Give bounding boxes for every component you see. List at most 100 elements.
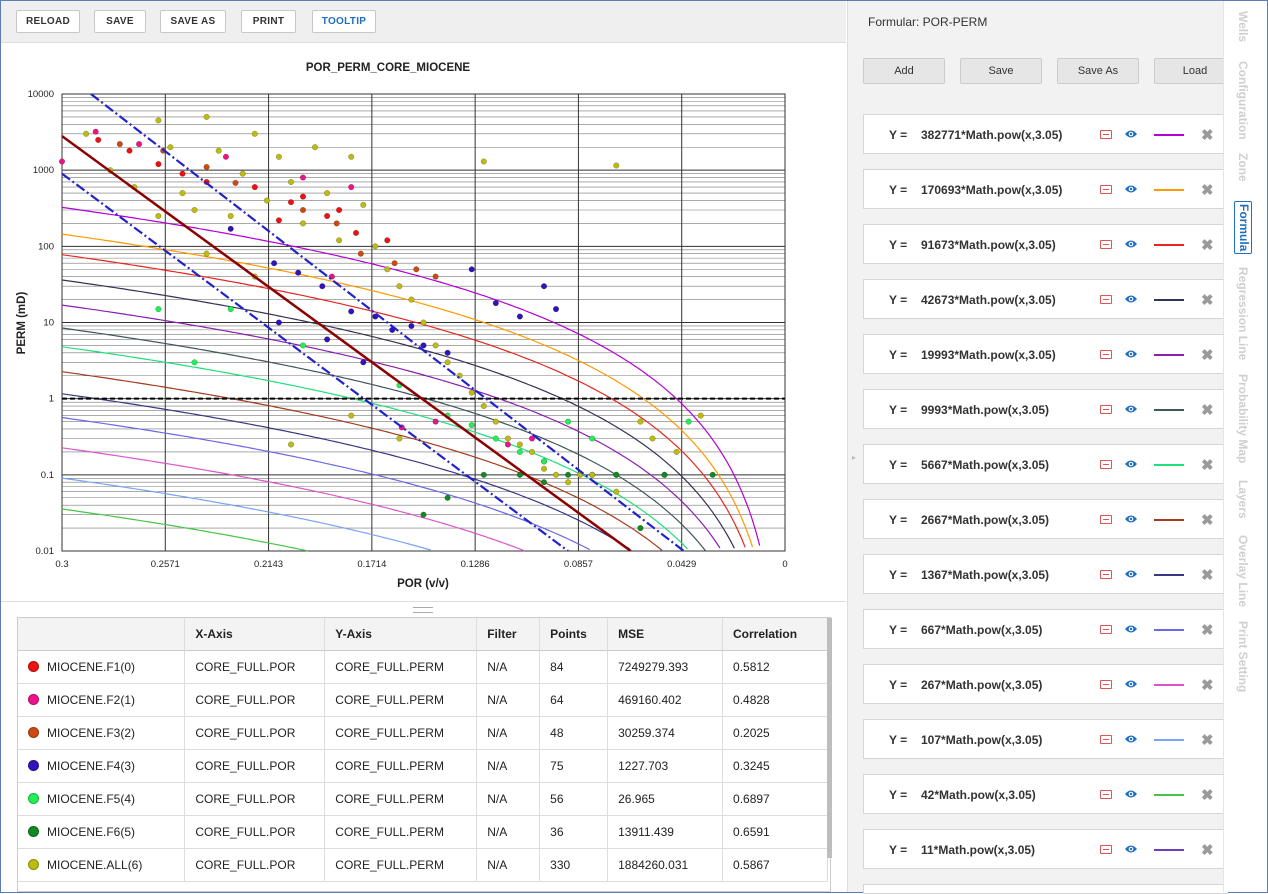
edit-icon[interactable] bbox=[1100, 570, 1112, 579]
formula-row[interactable]: Y = 2667*Math.pow(x,3.05) ✖ bbox=[863, 499, 1228, 539]
formula-row[interactable]: Y = 11*Math.pow(x,3.05) ✖ bbox=[863, 829, 1228, 869]
column-header[interactable]: Filter bbox=[476, 618, 541, 651]
line-color-swatch[interactable] bbox=[1154, 299, 1184, 301]
side-tab-regression-line[interactable]: Regression Line bbox=[1236, 267, 1250, 360]
save-button[interactable]: SAVE bbox=[94, 10, 146, 33]
save-as-button[interactable]: SAVE AS bbox=[160, 10, 226, 33]
side-tab-zone[interactable]: Zone bbox=[1236, 153, 1250, 182]
line-color-swatch[interactable] bbox=[1154, 629, 1184, 631]
delete-icon[interactable]: ✖ bbox=[1201, 291, 1214, 309]
side-tab-wells[interactable]: Wells bbox=[1236, 11, 1250, 42]
eye-icon[interactable] bbox=[1124, 513, 1138, 525]
line-color-swatch[interactable] bbox=[1154, 134, 1184, 136]
formula-row[interactable]: Y = 42673*Math.pow(x,3.05) ✖ bbox=[863, 279, 1228, 319]
table-row[interactable]: MIOCENE.F1(0) CORE_FULL.POR CORE_FULL.PERM… bbox=[18, 650, 828, 684]
edit-icon[interactable] bbox=[1100, 515, 1112, 524]
edit-icon[interactable] bbox=[1100, 680, 1112, 689]
line-color-swatch[interactable] bbox=[1154, 464, 1184, 466]
line-color-swatch[interactable] bbox=[1154, 574, 1184, 576]
delete-icon[interactable]: ✖ bbox=[1201, 786, 1214, 804]
collapse-panel-icon[interactable]: ▸ bbox=[852, 453, 856, 462]
table-row[interactable]: MIOCENE.ALL(6) CORE_FULL.POR CORE_FULL.PER… bbox=[18, 848, 828, 882]
side-tab-formula[interactable]: Formula bbox=[1234, 201, 1252, 255]
delete-icon[interactable]: ✖ bbox=[1201, 511, 1214, 529]
delete-icon[interactable]: ✖ bbox=[1201, 456, 1214, 474]
save-as-formula-button[interactable]: Save As bbox=[1057, 58, 1139, 84]
formula-row[interactable]: Y = 267*Math.pow(x,3.05) ✖ bbox=[863, 664, 1228, 704]
save-formula-button[interactable]: Save bbox=[960, 58, 1042, 84]
por-perm-chart[interactable]: 10000 1000 100 10 1 0.1 0.010.3 0.2571 0.2143 0.1… bbox=[1, 44, 846, 601]
side-tab-probability-map[interactable]: Probability Map bbox=[1236, 374, 1250, 463]
eye-icon[interactable] bbox=[1124, 458, 1138, 470]
delete-icon[interactable]: ✖ bbox=[1201, 346, 1214, 364]
edit-icon[interactable] bbox=[1100, 625, 1112, 634]
line-color-swatch[interactable] bbox=[1154, 794, 1184, 796]
reload-button[interactable]: RELOAD bbox=[16, 10, 80, 33]
formula-row[interactable]: Y = 42*Math.pow(x,3.05) ✖ bbox=[863, 774, 1228, 814]
eye-icon[interactable] bbox=[1124, 788, 1138, 800]
delete-icon[interactable]: ✖ bbox=[1201, 566, 1214, 584]
edit-icon[interactable] bbox=[1100, 350, 1112, 359]
side-tab-layers[interactable]: Layers bbox=[1236, 480, 1250, 519]
column-header[interactable] bbox=[18, 618, 186, 651]
eye-icon[interactable] bbox=[1124, 733, 1138, 745]
eye-icon[interactable] bbox=[1124, 293, 1138, 305]
eye-icon[interactable] bbox=[1124, 568, 1138, 580]
edit-icon[interactable] bbox=[1100, 295, 1112, 304]
delete-icon[interactable]: ✖ bbox=[1201, 841, 1214, 859]
edit-icon[interactable] bbox=[1100, 790, 1112, 799]
line-color-swatch[interactable] bbox=[1154, 849, 1184, 851]
formula-row[interactable]: Y = 667*Math.pow(x,3.05) ✖ bbox=[863, 609, 1228, 649]
eye-icon[interactable] bbox=[1124, 183, 1138, 195]
table-row[interactable]: MIOCENE.F2(1) CORE_FULL.POR CORE_FULL.PERM… bbox=[18, 683, 828, 717]
print-button[interactable]: PRINT bbox=[241, 10, 296, 33]
side-tab-overlay-line[interactable]: Overlay Line bbox=[1236, 535, 1250, 607]
line-color-swatch[interactable] bbox=[1154, 354, 1184, 356]
formula-row[interactable]: Y = 19993*Math.pow(x,3.05) ✖ bbox=[863, 334, 1228, 374]
edit-icon[interactable] bbox=[1100, 845, 1112, 854]
edit-icon[interactable] bbox=[1100, 735, 1112, 744]
formula-row[interactable]: Y = 170693*Math.pow(x,3.05) ✖ bbox=[863, 169, 1228, 209]
line-color-swatch[interactable] bbox=[1154, 519, 1184, 521]
eye-icon[interactable] bbox=[1124, 128, 1138, 140]
delete-icon[interactable]: ✖ bbox=[1201, 181, 1214, 199]
delete-icon[interactable]: ✖ bbox=[1201, 236, 1214, 254]
delete-icon[interactable]: ✖ bbox=[1201, 676, 1214, 694]
line-color-swatch[interactable] bbox=[1154, 409, 1184, 411]
formula-row[interactable]: Y = 107*Math.pow(x,3.05) ✖ bbox=[863, 719, 1228, 759]
delete-icon[interactable]: ✖ bbox=[1201, 401, 1214, 419]
eye-icon[interactable] bbox=[1124, 623, 1138, 635]
delete-icon[interactable]: ✖ bbox=[1201, 621, 1214, 639]
edit-icon[interactable] bbox=[1100, 185, 1112, 194]
eye-icon[interactable] bbox=[1124, 403, 1138, 415]
splitter-grip-icon[interactable] bbox=[413, 607, 433, 613]
tooltip-button[interactable]: TOOLTIP bbox=[312, 10, 376, 33]
column-header[interactable]: Points bbox=[539, 618, 609, 651]
line-color-swatch[interactable] bbox=[1154, 189, 1184, 191]
table-row[interactable]: MIOCENE.F3(2) CORE_FULL.POR CORE_FULL.PERM… bbox=[18, 716, 828, 750]
table-scrollbar[interactable] bbox=[827, 618, 832, 858]
table-row[interactable]: MIOCENE.F5(4) CORE_FULL.POR CORE_FULL.PERM… bbox=[18, 782, 828, 816]
column-header[interactable]: MSE bbox=[607, 618, 724, 651]
formula-row[interactable]: Y = 1367*Math.pow(x,3.05) ✖ bbox=[863, 554, 1228, 594]
column-header[interactable]: Y-Axis bbox=[324, 618, 478, 651]
formula-row[interactable]: Y = 5667*Math.pow(x,3.05) ✖ bbox=[863, 444, 1228, 484]
eye-icon[interactable] bbox=[1124, 348, 1138, 360]
eye-icon[interactable] bbox=[1124, 843, 1138, 855]
column-header[interactable]: X-Axis bbox=[184, 618, 326, 651]
formula-row[interactable]: Y = 9993*Math.pow(x,3.05) ✖ bbox=[863, 389, 1228, 429]
edit-icon[interactable] bbox=[1100, 130, 1112, 139]
line-color-swatch[interactable] bbox=[1154, 244, 1184, 246]
eye-icon[interactable] bbox=[1124, 678, 1138, 690]
table-row[interactable]: MIOCENE.F6(5) CORE_FULL.POR CORE_FULL.PERM… bbox=[18, 815, 828, 849]
eye-icon[interactable] bbox=[1124, 238, 1138, 250]
formula-row[interactable]: Y = 91673*Math.pow(x,3.05) ✖ bbox=[863, 224, 1228, 264]
line-color-swatch[interactable] bbox=[1154, 739, 1184, 741]
edit-icon[interactable] bbox=[1100, 240, 1112, 249]
side-tab-configuration[interactable]: Configuration bbox=[1236, 61, 1250, 140]
formula-row[interactable]: Y = 382771*Math.pow(x,3.05) ✖ bbox=[863, 114, 1228, 154]
edit-icon[interactable] bbox=[1100, 405, 1112, 414]
delete-icon[interactable]: ✖ bbox=[1201, 731, 1214, 749]
line-color-swatch[interactable] bbox=[1154, 684, 1184, 686]
edit-icon[interactable] bbox=[1100, 460, 1112, 469]
